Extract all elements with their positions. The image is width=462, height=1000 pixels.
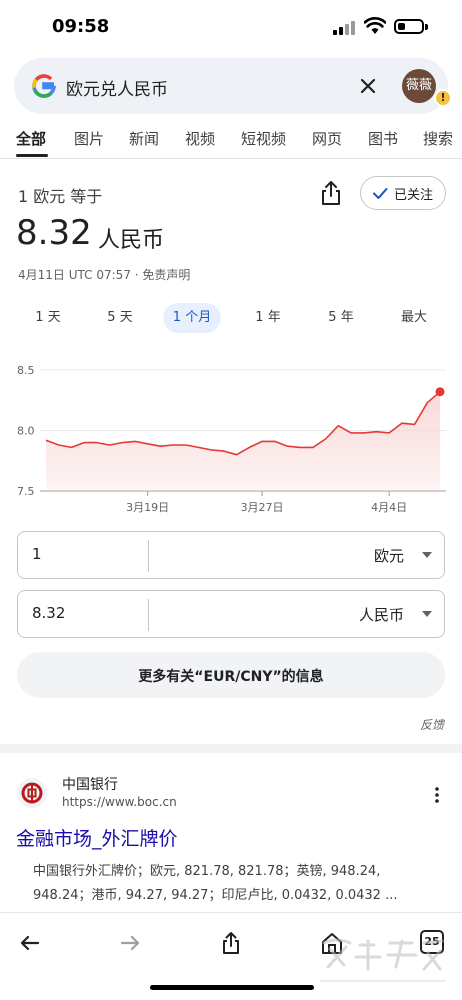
battery-icon [394,19,424,34]
rate-chart[interactable]: 8.5 8.0 7.5 3月19日 3月27日 4月4日 [0,355,462,525]
x-tick-label: 4月4日 [371,501,407,514]
watermark-logo [320,938,446,982]
result-title-link[interactable]: 金融市场_外汇牌价 [16,824,178,851]
site-url[interactable]: https://www.boc.cn [62,795,177,809]
google-logo-icon [32,74,56,98]
battery-tip [425,24,428,30]
dropdown-caret-icon[interactable] [422,552,432,558]
converter-divider [148,540,149,572]
back-icon[interactable] [16,929,44,957]
converter-from[interactable]: 1 欧元 [17,531,445,579]
boc-logo-icon [17,778,47,808]
wifi-icon [364,17,386,34]
alert-badge: ! [434,89,452,107]
tabs-divider [0,158,462,159]
to-amount-input[interactable]: 8.32 [32,604,65,622]
converter-to[interactable]: 8.32 人民币 [17,590,445,638]
search-box[interactable]: 欧元兑人民币 薇薇 ! [14,58,452,114]
follow-label: 已关注 [394,188,434,203]
y-tick-label: 8.5 [17,364,35,377]
search-tabs: 全部 图片 新闻 视频 短视频 网页 图书 搜索 [0,124,462,158]
range-5y[interactable]: 5 年 [313,303,369,333]
from-amount-input[interactable]: 1 [32,545,42,563]
converter-divider [148,599,149,631]
avatar[interactable]: 薇薇 [402,69,436,103]
series-area [46,391,440,491]
signal-icon [333,21,355,35]
search-input[interactable]: 欧元兑人民币 [66,75,168,100]
tab-search[interactable]: 搜索 [423,128,453,149]
rate-label: 1 欧元 等于 [18,187,103,206]
share-icon[interactable] [316,178,346,208]
status-time: 09:58 [52,16,110,37]
more-info-button[interactable]: 更多有关“EUR/CNY”的信息 [17,652,445,698]
range-1m[interactable]: 1 个月 [163,303,221,333]
to-currency-select[interactable]: 人民币 [359,604,404,625]
tab-images[interactable]: 图片 [74,128,104,149]
y-tick-label: 8.0 [17,425,35,438]
rate-unit: 人民币 [98,228,165,253]
site-name[interactable]: 中国银行 [62,774,118,794]
home-indicator [150,985,314,990]
tab-all[interactable]: 全部 [16,128,46,149]
range-5d[interactable]: 5 天 [92,303,148,333]
from-currency-select[interactable]: 欧元 [374,545,404,566]
feedback-link[interactable]: 反馈 [420,716,444,733]
dropdown-caret-icon[interactable] [422,611,432,617]
forward-icon[interactable] [116,929,144,957]
follow-button[interactable]: 已关注 [360,176,446,210]
tab-short-videos[interactable]: 短视频 [241,128,286,149]
y-tick-label: 7.5 [17,485,35,498]
active-tab-indicator [16,154,48,157]
more-vert-icon[interactable] [432,786,442,804]
tab-videos[interactable]: 视频 [185,128,215,149]
x-tick-label: 3月27日 [241,501,284,514]
check-icon [373,188,388,199]
rate-date: 4月11日 UTC 07:57 · 免责声明 [18,268,191,282]
clear-icon[interactable] [354,72,382,100]
tab-books[interactable]: 图书 [368,128,398,149]
tab-web[interactable]: 网页 [312,128,342,149]
range-1d[interactable]: 1 天 [20,303,76,333]
tab-news[interactable]: 新闻 [129,128,159,149]
range-1y[interactable]: 1 年 [240,303,296,333]
rate-value: 8.32 [16,213,92,253]
range-max[interactable]: 最大 [386,303,442,333]
latest-point [435,387,445,397]
more-info-label: 更多有关“EUR/CNY”的信息 [138,669,324,685]
section-divider [0,744,462,753]
x-tick-label: 3月19日 [126,501,169,514]
result-snippet: 中国银行外汇牌价；欧元, 821.78, 821.78；英镑, 948.24, … [33,864,398,903]
share-icon[interactable] [217,929,245,957]
status-bar: 09:58 [0,0,462,50]
